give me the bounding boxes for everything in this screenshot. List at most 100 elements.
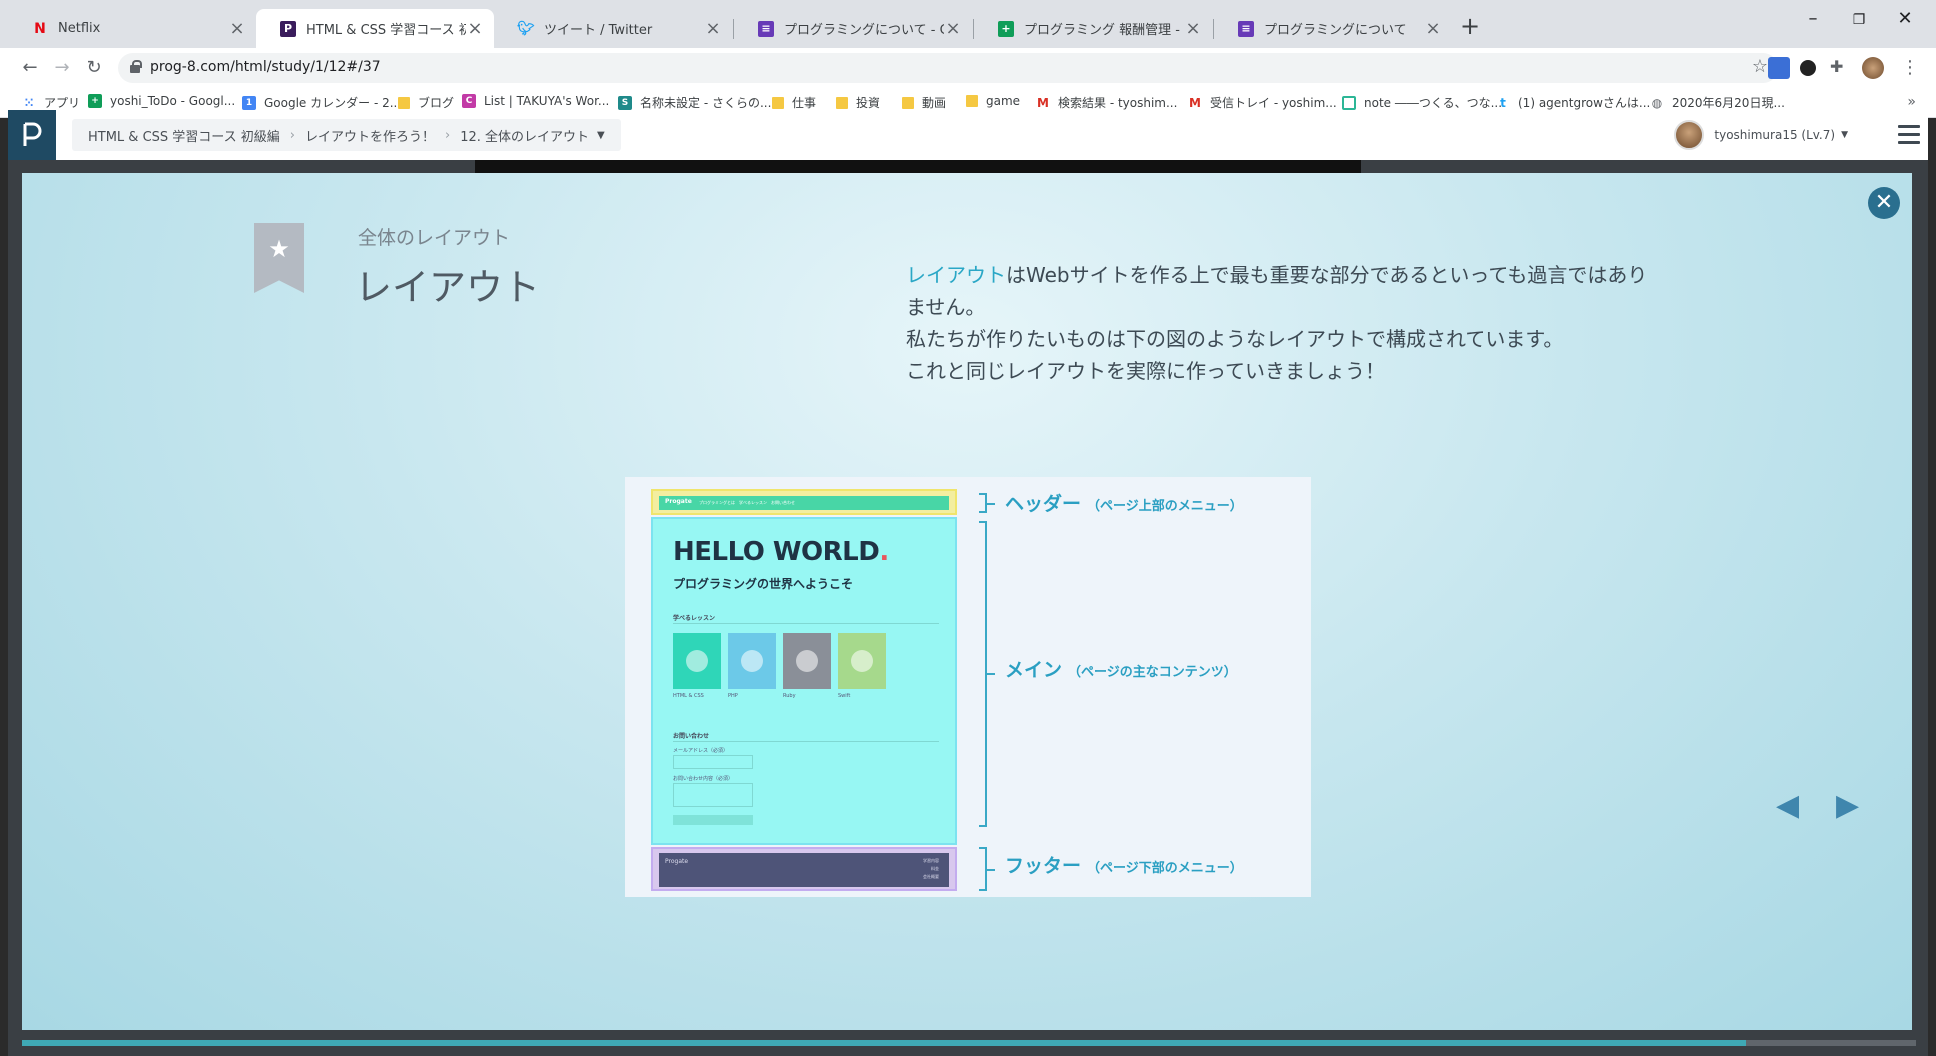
close-tab-icon[interactable]: × xyxy=(1184,19,1202,37)
bookmark-folder[interactable]: 仕事 xyxy=(772,94,816,111)
hamburger-menu-icon[interactable] xyxy=(1898,125,1920,145)
url-text: prog-8.com/html/study/1/12#/37 xyxy=(150,59,381,75)
tab-progate[interactable]: P HTML & CSS 学習コース 初級編 | × xyxy=(256,9,494,48)
apps-grid-icon: ⁙ xyxy=(23,95,35,110)
slide-progress-bar xyxy=(22,1040,1916,1046)
bookmark-item[interactable]: note ――つくる、つな... xyxy=(1342,94,1502,111)
window-close-button[interactable]: ✕ xyxy=(1882,8,1928,29)
username: tyoshimura15 (Lv.7) xyxy=(1714,128,1836,142)
browser-tab-strip: N Netflix × P HTML & CSS 学習コース 初級編 | × 🐦… xyxy=(0,0,1936,48)
layout-diagram: Progate プログラミングとは 学べるレッスン お問い合わせ HELLO WO… xyxy=(625,477,1311,897)
site-icon: C xyxy=(462,94,476,108)
bookmark-item[interactable]: C List | TAKUYA's Wor... xyxy=(462,94,609,108)
breadcrumb: HTML & CSS 学習コース 初級編 › レイアウトを作ろう！ › 12. … xyxy=(72,119,621,151)
bookmark-folder[interactable]: 動画 xyxy=(902,94,946,111)
google-sheets-icon: + xyxy=(998,20,1014,37)
close-tab-icon[interactable]: × xyxy=(1424,19,1442,37)
address-bar[interactable]: prog-8.com/html/study/1/12#/37 ☆ xyxy=(118,53,1778,83)
main-bracket xyxy=(979,521,995,827)
profile-avatar[interactable] xyxy=(1862,57,1884,79)
minimize-button[interactable]: – xyxy=(1790,8,1836,29)
folder-icon xyxy=(966,95,978,107)
puzzle-extensions-icon[interactable]: ✚ xyxy=(1830,57,1852,79)
bookmark-item[interactable]: M 受信トレイ - yoshim... xyxy=(1188,94,1337,111)
star-icon: ★ xyxy=(268,235,290,263)
folder-icon xyxy=(902,96,914,109)
slide-modal: ✕ ★ 全体のレイアウト レイアウト レイアウトはWebサイトを作る上で最も重要… xyxy=(22,173,1912,1030)
back-button[interactable]: ← xyxy=(16,54,44,82)
progate-header: HTML & CSS 学習コース 初級編 › レイアウトを作ろう！ › 12. … xyxy=(8,110,1928,160)
close-tab-icon[interactable]: × xyxy=(466,19,484,37)
progate-logo-icon[interactable] xyxy=(8,110,56,160)
folder-icon xyxy=(772,96,784,109)
close-tab-icon[interactable]: × xyxy=(228,19,246,37)
globe-icon: ◍ xyxy=(1651,95,1663,110)
website-mockup: Progate プログラミングとは 学べるレッスン お問い合わせ HELLO WO… xyxy=(651,489,957,891)
extension-icon[interactable] xyxy=(1768,57,1790,79)
more-bookmarks-icon[interactable]: » xyxy=(1907,94,1916,110)
google-calendar-icon: 1 xyxy=(242,95,256,110)
prev-slide-button[interactable]: ◀ xyxy=(1776,788,1799,823)
user-menu[interactable]: tyoshimura15 (Lv.7) ▼ xyxy=(1674,120,1848,150)
breadcrumb-slide[interactable]: 12. 全体のレイアウト xyxy=(460,126,589,145)
close-tab-icon[interactable]: × xyxy=(944,19,962,37)
mock-section-title: お問い合わせ xyxy=(673,733,710,740)
close-tab-icon[interactable]: × xyxy=(704,19,722,37)
main-label: メイン （ページの主なコンテンツ） xyxy=(1005,659,1237,681)
mock-header-region: Progate プログラミングとは 学べるレッスン お問い合わせ xyxy=(651,489,957,515)
chevron-right-icon: › xyxy=(289,127,295,143)
chat-extension-icon[interactable] xyxy=(1800,60,1816,76)
breadcrumb-chapter[interactable]: レイアウトを作ろう！ xyxy=(305,126,435,145)
bookmark-apps[interactable]: ⁙ アプリ xyxy=(22,94,80,111)
progate-icon: P xyxy=(280,20,296,37)
browser-menu-button[interactable]: ⋮ xyxy=(1896,54,1924,82)
restore-button[interactable]: ❐ xyxy=(1836,12,1882,28)
google-forms-icon: ≡ xyxy=(1238,20,1254,37)
mock-lesson-card xyxy=(728,633,776,689)
new-tab-button[interactable]: + xyxy=(1460,12,1480,40)
bookmark-item[interactable]: + yoshi_ToDo - Googl... xyxy=(88,94,235,108)
slide-title: レイアウト xyxy=(355,266,540,309)
bookmark-ribbon-icon: ★ xyxy=(254,223,304,293)
tab-twitter[interactable]: 🐦︎ ツイート / Twitter × xyxy=(494,9,732,48)
caret-down-icon[interactable]: ▼ xyxy=(597,130,605,141)
mock-lesson-card xyxy=(783,633,831,689)
bookmark-item[interactable]: S 名称未設定 - さくらの... xyxy=(618,94,771,111)
tab-google-form[interactable]: ≡ プログラミングについて - Google フォ × xyxy=(734,9,972,48)
mock-hello-heading: HELLO WORLD. xyxy=(673,537,889,567)
tab-netflix[interactable]: N Netflix × xyxy=(8,9,256,48)
footer-bracket xyxy=(979,847,995,891)
bookmark-folder[interactable]: game xyxy=(966,94,1020,108)
chevron-right-icon: › xyxy=(445,127,451,143)
footer-label: フッター （ページ下部のメニュー） xyxy=(1005,855,1243,877)
forward-button[interactable]: → xyxy=(48,54,76,82)
next-slide-button[interactable]: ▶ xyxy=(1836,788,1859,823)
tab-programming-form[interactable]: ≡ プログラミングについて × xyxy=(1214,9,1452,48)
mock-lesson-card xyxy=(673,633,721,689)
twitter-icon: t xyxy=(1500,95,1506,110)
netflix-icon: N xyxy=(34,20,46,37)
breadcrumb-course[interactable]: HTML & CSS 学習コース 初級編 xyxy=(88,126,280,145)
bookmark-item[interactable]: 1 Google カレンダー - 2... xyxy=(242,94,401,111)
sakura-icon: S xyxy=(618,95,632,110)
bookmark-folder[interactable]: 投資 xyxy=(836,94,880,111)
tab-title: プログラミング 報酬管理 - Google ス xyxy=(1024,23,1184,38)
bookmark-item[interactable]: t (1) agentgrowさんは... xyxy=(1496,94,1650,111)
bookmark-star-icon[interactable]: ☆ xyxy=(1752,56,1768,77)
tab-google-sheets[interactable]: + プログラミング 報酬管理 - Google ス × xyxy=(974,9,1212,48)
close-modal-button[interactable]: ✕ xyxy=(1868,187,1900,219)
mock-footer-region: Progate 学習内容 料金 会社概要 xyxy=(651,847,957,891)
google-sheets-icon: + xyxy=(88,94,102,108)
header-bracket xyxy=(979,493,995,513)
mock-section-title: 学べるレッスン xyxy=(673,615,716,622)
bookmark-folder[interactable]: ブログ xyxy=(398,94,454,111)
folder-icon xyxy=(398,96,410,109)
tab-title: プログラミングについて xyxy=(1264,23,1407,38)
twitter-icon: 🐦︎ xyxy=(517,20,535,37)
bookmark-item[interactable]: M 検索結果 - tyoshim... xyxy=(1036,94,1177,111)
gmail-icon: M xyxy=(1189,95,1201,110)
tab-title: HTML & CSS 学習コース 初級編 | xyxy=(306,23,466,38)
reload-button[interactable]: ↻ xyxy=(80,54,108,82)
caret-down-icon: ▼ xyxy=(1841,130,1848,140)
bookmark-item[interactable]: ◍ 2020年6月20日現... xyxy=(1650,94,1785,111)
